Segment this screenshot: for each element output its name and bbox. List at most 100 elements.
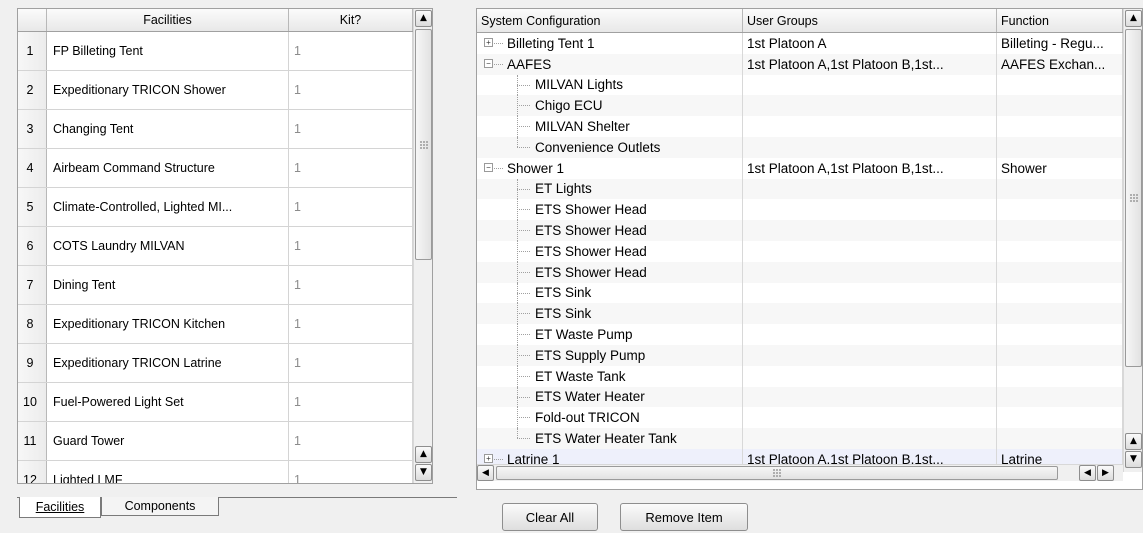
- table-row[interactable]: 11 Guard Tower 1: [18, 422, 413, 461]
- tree-child-row[interactable]: Convenience Outlets: [477, 136, 1123, 158]
- tree-child-row[interactable]: ETS Shower Head: [477, 240, 1123, 262]
- collapse-icon[interactable]: −: [484, 162, 493, 172]
- tab-facilities[interactable]: Facilities: [19, 497, 101, 518]
- user-groups-cell: 1st Platoon A: [743, 33, 997, 54]
- tree-node-label: ETS Shower Head: [535, 243, 647, 259]
- tree-child-row[interactable]: ETS Water Heater Tank: [477, 428, 1123, 449]
- system-cell: ETS Water Heater: [477, 386, 743, 408]
- facilities-column-header[interactable]: Facilities: [47, 9, 289, 31]
- tree-child-row[interactable]: ETS Sink: [477, 303, 1123, 325]
- kit-cell[interactable]: 1: [289, 422, 413, 460]
- tree-parent-row[interactable]: − Shower 1 1st Platoon A,1st Platoon B,1st…: [477, 157, 1123, 179]
- tree-scroll-left-button-2[interactable]: ◀: [1079, 465, 1096, 481]
- system-configuration-tree: System Configuration User Groups Functio…: [476, 8, 1143, 490]
- tree-child-row[interactable]: ETS Sink: [477, 282, 1123, 304]
- table-row[interactable]: 5 Climate-Controlled, Lighted MI... 1: [18, 188, 413, 227]
- tree-child-row[interactable]: ET Waste Pump: [477, 324, 1123, 345]
- table-row[interactable]: 1 FP Billeting Tent 1: [18, 32, 413, 71]
- table-row[interactable]: 8 Expeditionary TRICON Kitchen 1: [18, 305, 413, 344]
- tree-child-row[interactable]: ET Waste Tank: [477, 365, 1123, 387]
- kit-cell[interactable]: 1: [289, 305, 413, 343]
- user-groups-cell: 1st Platoon A,1st Platoon B,1st...: [743, 53, 997, 75]
- tab-components[interactable]: Components: [101, 497, 219, 516]
- tree-node-label: MILVAN Shelter: [535, 119, 630, 135]
- tree-horizontal-scrollbar[interactable]: ◀ ◀ ▶: [477, 464, 1123, 481]
- kit-cell[interactable]: 1: [289, 188, 413, 226]
- kit-cell[interactable]: 1: [289, 149, 413, 187]
- facilities-table: Facilities Kit? 1 FP Billeting Tent 1 2 Expe…: [17, 8, 433, 484]
- user-groups-cell: [743, 428, 997, 449]
- facility-name-cell[interactable]: Changing Tent: [47, 110, 289, 148]
- tree-parent-row[interactable]: + Billeting Tent 1 1st Platoon A Billeting …: [477, 33, 1123, 54]
- table-row[interactable]: 3 Changing Tent 1: [18, 110, 413, 149]
- scroll-thumb[interactable]: [415, 29, 432, 260]
- tree-child-row[interactable]: MILVAN Lights: [477, 74, 1123, 96]
- facility-name-cell[interactable]: Expeditionary TRICON Kitchen: [47, 305, 289, 343]
- kit-cell[interactable]: 1: [289, 266, 413, 304]
- tree-child-row[interactable]: ET Lights: [477, 178, 1123, 200]
- facility-name-cell[interactable]: COTS Laundry MILVAN: [47, 227, 289, 265]
- tree-scroll-down-button[interactable]: ▼: [1125, 451, 1142, 468]
- tree-parent-row[interactable]: − AAFES 1st Platoon A,1st Platoon B,1st...…: [477, 53, 1123, 75]
- table-row[interactable]: 10 Fuel-Powered Light Set 1: [18, 383, 413, 422]
- tree-horizontal-thumb[interactable]: [496, 466, 1058, 480]
- user-groups-column-header[interactable]: User Groups: [743, 9, 997, 32]
- table-row[interactable]: 2 Expeditionary TRICON Shower 1: [18, 71, 413, 110]
- function-column-header[interactable]: Function: [997, 9, 1123, 32]
- expand-icon[interactable]: +: [484, 453, 493, 463]
- tree-scroll-left-button[interactable]: ◀: [477, 465, 494, 481]
- facility-name-cell[interactable]: Climate-Controlled, Lighted MI...: [47, 188, 289, 226]
- tree-scroll-up-button-lower[interactable]: ▲: [1125, 433, 1142, 450]
- tree-child-row[interactable]: ETS Shower Head: [477, 220, 1123, 241]
- clear-all-button[interactable]: Clear All: [502, 503, 598, 531]
- system-configuration-column-header[interactable]: System Configuration: [477, 9, 743, 32]
- tree-scroll-right-button[interactable]: ▶: [1097, 465, 1114, 481]
- facility-name-cell[interactable]: Fuel-Powered Light Set: [47, 383, 289, 421]
- kit-cell[interactable]: 1: [289, 32, 413, 70]
- tree-node-label: Shower 1: [507, 160, 565, 176]
- facility-name-cell[interactable]: Expeditionary TRICON Shower: [47, 71, 289, 109]
- tree-connector: [517, 188, 530, 190]
- facility-name-cell[interactable]: Expeditionary TRICON Latrine: [47, 344, 289, 382]
- tree-child-row[interactable]: ETS Water Heater: [477, 386, 1123, 408]
- table-row[interactable]: 6 COTS Laundry MILVAN 1: [18, 227, 413, 266]
- scroll-down-button[interactable]: ▼: [415, 464, 432, 481]
- tree-child-row[interactable]: Fold-out TRICON: [477, 407, 1123, 429]
- kit-column-header[interactable]: Kit?: [289, 9, 413, 31]
- expand-icon[interactable]: +: [484, 38, 493, 47]
- facility-name-cell[interactable]: FP Billeting Tent: [47, 32, 289, 70]
- tree-child-row[interactable]: ETS Shower Head: [477, 261, 1123, 283]
- remove-item-button[interactable]: Remove Item: [620, 503, 748, 531]
- facility-name-cell[interactable]: Dining Tent: [47, 266, 289, 304]
- kit-cell[interactable]: 1: [289, 71, 413, 109]
- kit-cell[interactable]: 1: [289, 227, 413, 265]
- table-row[interactable]: 7 Dining Tent 1: [18, 266, 413, 305]
- facility-name-cell[interactable]: Lighted LMF: [47, 461, 289, 483]
- row-number: 6: [18, 227, 47, 265]
- collapse-icon[interactable]: −: [484, 58, 493, 68]
- facility-name-cell[interactable]: Guard Tower: [47, 422, 289, 460]
- tree-child-row[interactable]: Chigo ECU: [477, 95, 1123, 117]
- tree-parent-row[interactable]: + Latrine 1 1st Platoon A,1st Platoon B,1s…: [477, 448, 1123, 465]
- tree-node-label: Chigo ECU: [535, 98, 603, 114]
- kit-cell[interactable]: 1: [289, 383, 413, 421]
- tree-scroll-thumb[interactable]: [1125, 29, 1142, 367]
- tree-child-row[interactable]: ETS Supply Pump: [477, 344, 1123, 366]
- tree-child-row[interactable]: MILVAN Shelter: [477, 116, 1123, 137]
- scroll-up-button-lower[interactable]: ▲: [415, 446, 432, 463]
- facilities-vertical-scrollbar[interactable]: ▲ ▲ ▼: [413, 9, 432, 483]
- tree-vertical-scrollbar[interactable]: ▲ ▲ ▼: [1123, 9, 1142, 472]
- user-groups-cell: [743, 74, 997, 96]
- kit-cell[interactable]: 1: [289, 344, 413, 382]
- table-row[interactable]: 12 Lighted LMF 1: [18, 461, 413, 483]
- tree-child-row[interactable]: ETS Shower Head: [477, 199, 1123, 221]
- tree-connector: [517, 334, 530, 336]
- table-row[interactable]: 4 Airbeam Command Structure 1: [18, 149, 413, 188]
- scroll-up-button[interactable]: ▲: [415, 10, 432, 27]
- kit-cell[interactable]: 1: [289, 461, 413, 483]
- tree-scroll-up-button[interactable]: ▲: [1125, 10, 1142, 27]
- facility-name-cell[interactable]: Airbeam Command Structure: [47, 149, 289, 187]
- tree-connector: [517, 209, 530, 211]
- table-row[interactable]: 9 Expeditionary TRICON Latrine 1: [18, 344, 413, 383]
- kit-cell[interactable]: 1: [289, 110, 413, 148]
